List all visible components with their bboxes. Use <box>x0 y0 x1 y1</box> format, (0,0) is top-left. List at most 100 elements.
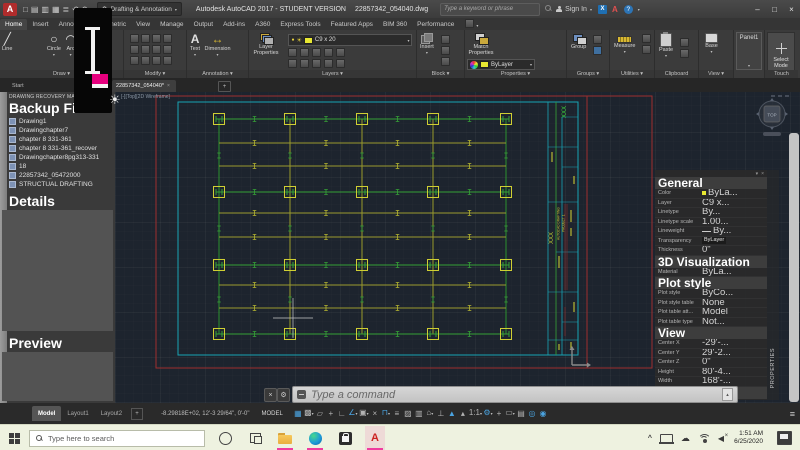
transparency-edit-field[interactable]: ByLayer <box>702 237 726 244</box>
tab-add-ins[interactable]: Add-ins <box>218 19 250 30</box>
dynamic-input-icon[interactable]: + <box>326 409 336 419</box>
workspace-switching-icon[interactable]: ⚙▾ <box>483 408 493 419</box>
move-tool-icon[interactable] <box>130 34 139 43</box>
minimize-button[interactable]: – <box>749 0 766 18</box>
tab-express-tools[interactable]: Express Tools <box>275 19 325 30</box>
selection-cycling-icon[interactable]: ▥ <box>414 409 424 419</box>
autocad-taskbar-button[interactable]: A <box>365 426 385 450</box>
clipboard-panel-label[interactable]: Clipboard <box>655 70 698 78</box>
open-icon[interactable]: ▤ <box>31 5 39 14</box>
section-plot-style[interactable]: Plot style <box>655 277 767 289</box>
create-block-icon[interactable] <box>441 35 450 44</box>
chevron-down-icon[interactable]: ▾ <box>638 7 640 12</box>
cortana-button[interactable] <box>215 426 235 450</box>
start-button[interactable] <box>9 433 20 444</box>
viewport-controls[interactable]: [-][Top][2D Wireframe] <box>121 94 170 100</box>
isometric-drafting-icon[interactable]: ▣▾ <box>359 408 369 419</box>
block-panel-label[interactable]: Block ▾ <box>417 70 464 78</box>
annotation-monitor-icon[interactable]: + <box>494 409 504 419</box>
autodesk-app-store-icon[interactable]: A <box>612 5 618 14</box>
speaker-muted-icon[interactable]: ◀ <box>718 434 724 443</box>
array-tool-icon[interactable] <box>152 56 161 65</box>
polar-tracking-icon[interactable]: ∠▾ <box>348 408 358 419</box>
sign-in-button[interactable]: Sign In ▾ <box>556 6 592 13</box>
autoscale-icon[interactable]: ▴ <box>458 409 468 419</box>
scale-tool-icon[interactable] <box>141 56 150 65</box>
tray-expand-icon[interactable]: ^ <box>648 435 652 442</box>
tab-featured-apps[interactable]: Featured Apps <box>326 19 378 30</box>
palette-scrollbar[interactable] <box>789 133 799 402</box>
object-color-dropdown[interactable]: ByLayer ▾ <box>467 59 535 70</box>
transparency-display-icon[interactable]: ▨ <box>403 409 413 419</box>
annotation-visibility-icon[interactable]: ▲ <box>447 409 457 419</box>
palette-menu-icon[interactable]: ▾ <box>756 171 759 177</box>
line-button[interactable]: ╱ Line <box>2 30 12 52</box>
tab-view[interactable]: View <box>131 19 155 30</box>
properties-panel-label[interactable]: Properties ▾ <box>465 70 566 78</box>
section-view[interactable]: View <box>655 327 767 339</box>
action-center-icon[interactable] <box>777 431 792 445</box>
layer-isolate-icon[interactable] <box>300 48 309 57</box>
units-icon[interactable]: ▭▾ <box>505 408 515 419</box>
lineweight-display-icon[interactable]: ≡ <box>392 409 402 419</box>
dynamic-ucs-icon[interactable]: ⊥ <box>436 409 446 419</box>
point-icon[interactable] <box>642 45 651 54</box>
store-button[interactable] <box>335 426 355 450</box>
battery-icon[interactable] <box>660 434 673 443</box>
ungroup-icon[interactable] <box>593 35 602 44</box>
groups-panel-label[interactable]: Groups ▾ <box>567 70 609 78</box>
tab-model[interactable]: Model <box>32 406 61 421</box>
block-attributes-icon[interactable] <box>441 57 450 66</box>
plot-icon[interactable]: ≣ <box>63 5 70 14</box>
close-icon[interactable]: × <box>761 171 764 177</box>
explode-tool-icon[interactable] <box>163 45 172 54</box>
3d-object-snap-icon[interactable]: ⌂▾ <box>425 408 435 419</box>
cut-icon[interactable] <box>680 38 689 47</box>
help-icon[interactable]: ? <box>624 5 633 14</box>
edge-button[interactable] <box>305 426 325 450</box>
clock[interactable]: 1:51 AM 6/25/2020 <box>734 430 763 446</box>
tree-item[interactable]: chapter 8 331-361_recover <box>9 144 99 153</box>
close-icon[interactable]: × <box>264 388 277 402</box>
isolate-objects-icon[interactable]: ◎ <box>527 409 537 419</box>
grid-toggle-icon[interactable]: ▦ <box>293 409 303 419</box>
layer-previous-icon[interactable] <box>336 59 345 68</box>
tree-item[interactable]: 22857342_05472000 <box>9 171 99 180</box>
save-as-icon[interactable]: ▦ <box>52 5 60 14</box>
application-menu-button[interactable]: A <box>3 3 17 16</box>
file-explorer-button[interactable] <box>275 426 295 450</box>
infer-constraints-icon[interactable]: ▱ <box>315 409 325 419</box>
wifi-icon[interactable] <box>698 434 710 443</box>
tab-output[interactable]: Output <box>189 19 219 30</box>
maximize-button[interactable]: □ <box>766 0 783 18</box>
section-3d-visualization[interactable]: 3D Visualization <box>655 256 767 268</box>
layer-properties-button[interactable]: Layer Properties <box>251 30 281 56</box>
recent-commands-button[interactable]: ▴ <box>722 388 733 401</box>
tab-layout2[interactable]: Layout2 <box>95 406 128 421</box>
base-button[interactable]: Base▾ <box>705 30 718 55</box>
erase-tool-icon[interactable] <box>163 34 172 43</box>
details-header[interactable]: Details <box>9 193 55 209</box>
tab-performance[interactable]: Performance <box>412 19 459 30</box>
ortho-icon[interactable]: ∟ <box>337 409 347 419</box>
object-snap-tracking-icon[interactable]: × <box>370 409 380 419</box>
help-search-input[interactable]: Type a keyword or phrase <box>440 3 540 16</box>
ribbon-options-icon[interactable] <box>465 19 474 28</box>
rotate-tool-icon[interactable] <box>141 34 150 43</box>
circle-button[interactable]: ○ Circle▾ <box>47 30 61 58</box>
utilities-panel-label[interactable]: Utilities ▾ <box>610 70 654 78</box>
customize-wrench-icon[interactable]: ⚙ <box>277 388 290 402</box>
tab-manage[interactable]: Manage <box>155 19 189 30</box>
select-mode-button[interactable]: Select Mode <box>767 32 795 72</box>
save-icon[interactable]: ▥ <box>41 5 49 14</box>
dimension-button[interactable]: ↔ Dimension▾ <box>205 30 231 58</box>
insert-button[interactable]: Insert▾ <box>420 30 434 56</box>
file-tab-start[interactable]: Start <box>8 80 68 92</box>
new-icon[interactable]: □ <box>23 5 28 14</box>
match-properties-button[interactable]: Match Properties <box>467 30 495 56</box>
file-tab-active[interactable]: 22857342_054040* × <box>112 80 176 92</box>
task-view-button[interactable] <box>245 426 265 450</box>
layer-on-icon[interactable] <box>288 59 297 68</box>
layer-unlock-icon[interactable] <box>324 59 333 68</box>
touch-panel-label[interactable]: Touch <box>765 70 798 78</box>
